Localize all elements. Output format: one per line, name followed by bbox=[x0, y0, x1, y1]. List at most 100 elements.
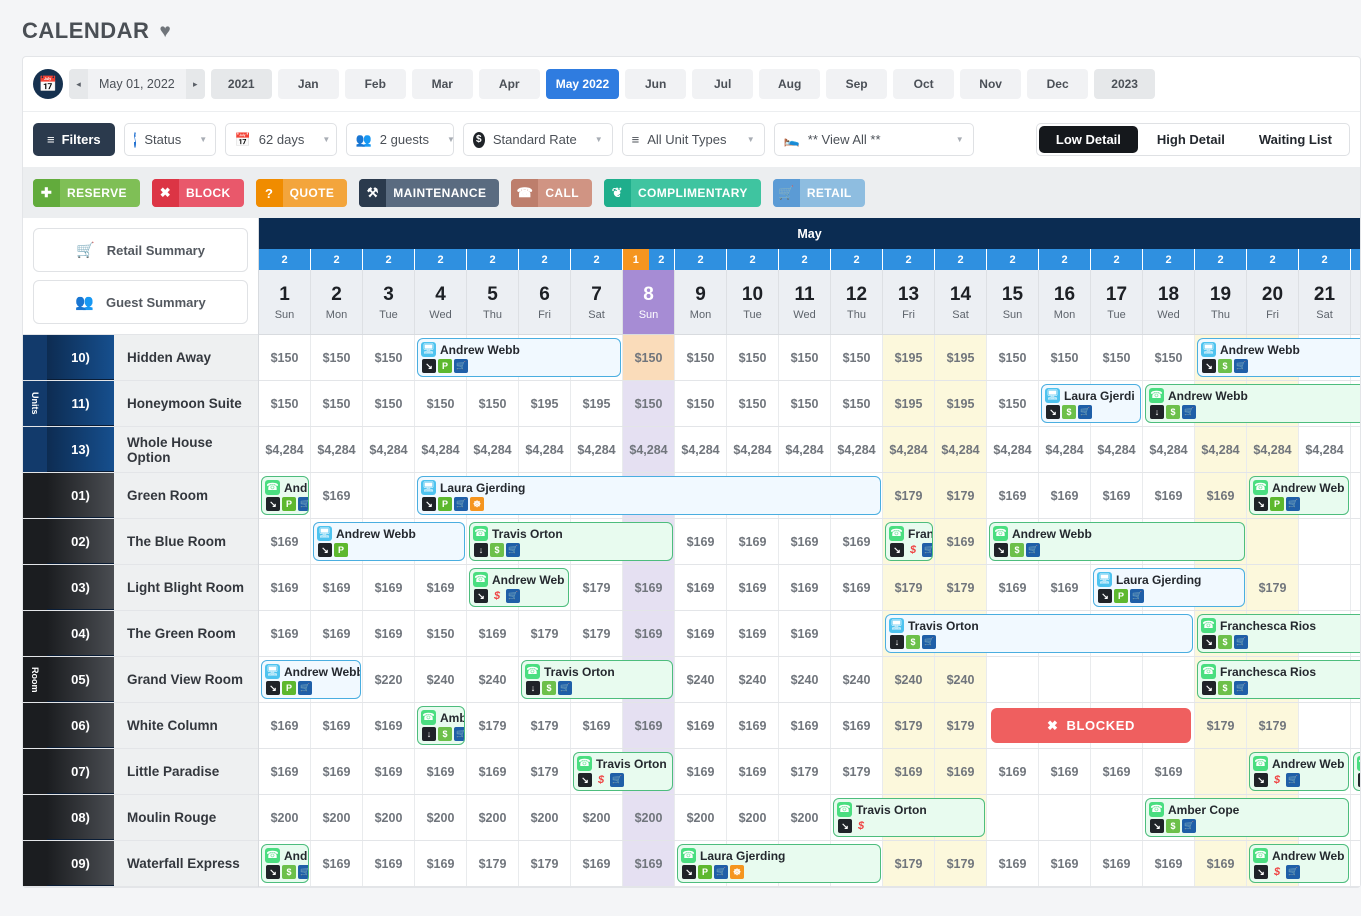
price-cell[interactable]: $240 bbox=[415, 657, 467, 702]
price-cell[interactable]: $195 bbox=[935, 335, 987, 380]
price-cell[interactable]: $200 bbox=[727, 795, 779, 840]
price-cell[interactable]: $16 bbox=[1351, 473, 1360, 518]
date-header-cell[interactable]: 19 Thu bbox=[1195, 270, 1247, 334]
filters-button[interactable]: ≡ Filters bbox=[33, 123, 115, 156]
booking-block[interactable]: ☎Andrew Web↘$🛒 bbox=[1249, 844, 1349, 883]
price-cell[interactable] bbox=[1143, 657, 1195, 702]
heart-icon[interactable]: ♥ bbox=[159, 22, 170, 41]
price-cell[interactable]: $4,284 bbox=[363, 427, 415, 472]
row-label[interactable]: 01) Green Room bbox=[23, 473, 258, 519]
booking-block[interactable]: ☎ Andrew Webb ↘ $ 🛒 bbox=[989, 522, 1245, 561]
price-cell[interactable]: $4,284 bbox=[259, 427, 311, 472]
price-cell[interactable] bbox=[1299, 565, 1351, 610]
price-cell[interactable]: $169 bbox=[1143, 473, 1195, 518]
price-cell[interactable]: $240 bbox=[883, 657, 935, 702]
booking-block[interactable]: ☎Andrew Web↘$🛒 bbox=[1249, 752, 1349, 791]
row-label[interactable]: 09) Waterfall Express bbox=[23, 841, 258, 887]
price-cell[interactable]: $169 bbox=[311, 473, 363, 518]
booking-block[interactable]: ☎ Andrew Web ↘P🛒 bbox=[1249, 476, 1349, 515]
price-cell[interactable]: $179 bbox=[935, 703, 987, 748]
price-cell[interactable]: $169 bbox=[779, 703, 831, 748]
booking-block[interactable]: ☎ Franchesca ↘ $ 🛒 bbox=[885, 522, 933, 561]
price-cell[interactable]: $150 bbox=[623, 381, 675, 426]
price-cell[interactable] bbox=[363, 473, 415, 518]
price-cell[interactable]: $16 bbox=[1351, 519, 1360, 564]
price-cell[interactable] bbox=[1247, 519, 1299, 564]
price-cell[interactable]: $150 bbox=[987, 335, 1039, 380]
price-cell[interactable]: $4,284 bbox=[1299, 427, 1351, 472]
retail-summary-button[interactable]: 🛒 Retail Summary bbox=[33, 228, 248, 272]
price-cell[interactable]: $179 bbox=[1195, 703, 1247, 748]
date-header-cell[interactable]: 11 Wed bbox=[779, 270, 831, 334]
price-cell[interactable]: $150 bbox=[831, 335, 883, 380]
month-button-jul[interactable]: Jul bbox=[692, 69, 754, 99]
price-cell[interactable]: $169 bbox=[363, 703, 415, 748]
price-cell[interactable]: $150 bbox=[311, 381, 363, 426]
price-cell[interactable]: $240 bbox=[831, 657, 883, 702]
date-header-cell[interactable]: 6 Fri bbox=[519, 270, 571, 334]
price-cell[interactable]: $179 bbox=[1247, 565, 1299, 610]
price-cell[interactable]: $150 bbox=[415, 611, 467, 656]
price-cell[interactable]: $169 bbox=[259, 703, 311, 748]
booking-block[interactable]: ☎ Franchesca Rios ↘ $ 🛒 bbox=[1197, 614, 1360, 653]
price-cell[interactable]: $169 bbox=[675, 519, 727, 564]
price-cell[interactable]: $169 bbox=[1143, 749, 1195, 794]
row-label[interactable]: 10) Hidden Away bbox=[23, 335, 258, 381]
price-cell[interactable]: $179 bbox=[883, 841, 935, 886]
price-cell[interactable]: $169 bbox=[727, 565, 779, 610]
price-cell[interactable]: $179 bbox=[519, 611, 571, 656]
booking-block[interactable]: 🖥 Andrew Webb ↘ P 🛒 bbox=[417, 338, 621, 377]
price-cell[interactable] bbox=[1299, 703, 1351, 748]
price-cell[interactable]: $169 bbox=[623, 703, 675, 748]
price-cell[interactable]: $169 bbox=[311, 841, 363, 886]
price-cell[interactable]: $4,284 bbox=[1143, 427, 1195, 472]
action-call[interactable]: ☎ CALL bbox=[511, 179, 592, 207]
price-cell[interactable]: $169 bbox=[987, 473, 1039, 518]
price-cell[interactable]: $4,284 bbox=[831, 427, 883, 472]
price-cell[interactable]: $150 bbox=[1039, 335, 1091, 380]
row-label[interactable]: 04) The Green Room bbox=[23, 611, 258, 657]
price-cell[interactable]: $150 bbox=[779, 335, 831, 380]
booking-block[interactable]: ☎ Travis Orton ↓ $ 🛒 bbox=[469, 522, 673, 561]
price-cell[interactable] bbox=[1091, 657, 1143, 702]
booking-block[interactable]: 🖥 Laura Gjerding ↘ P 🛒 bbox=[1093, 568, 1245, 607]
price-cell[interactable]: $150 bbox=[259, 335, 311, 380]
date-header-cell[interactable]: 5 Thu bbox=[467, 270, 519, 334]
price-cell[interactable] bbox=[987, 657, 1039, 702]
price-cell[interactable]: $169 bbox=[415, 565, 467, 610]
prev-date-button[interactable]: ◂ bbox=[69, 69, 88, 99]
date-header-cell[interactable]: 18 Wed bbox=[1143, 270, 1195, 334]
price-cell[interactable]: $169 bbox=[1195, 473, 1247, 518]
price-cell[interactable]: $195 bbox=[571, 381, 623, 426]
price-cell[interactable]: $179 bbox=[883, 473, 935, 518]
date-header-cell[interactable]: 15 Sun bbox=[987, 270, 1039, 334]
action-quote[interactable]: ? QUOTE bbox=[255, 179, 348, 207]
price-cell[interactable]: $150 bbox=[311, 335, 363, 380]
price-cell[interactable]: $169 bbox=[727, 519, 779, 564]
booking-block[interactable]: ☎ Travis Orton ↘ $ bbox=[833, 798, 985, 837]
month-button-dec[interactable]: Dec bbox=[1027, 69, 1089, 99]
price-cell[interactable]: $195 bbox=[883, 381, 935, 426]
price-cell[interactable]: $169 bbox=[779, 611, 831, 656]
date-header-cell[interactable]: 3 Tue bbox=[363, 270, 415, 334]
booking-block[interactable]: ☎Andrew Web↘$🛒 bbox=[261, 844, 309, 883]
price-cell[interactable]: $169 bbox=[1091, 749, 1143, 794]
price-cell[interactable]: $150 bbox=[727, 335, 779, 380]
detail-mode-low-detail[interactable]: Low Detail bbox=[1038, 126, 1138, 153]
action-retail[interactable]: 🛒 RETAIL bbox=[772, 179, 865, 207]
price-cell[interactable]: $169 bbox=[1143, 841, 1195, 886]
booking-block[interactable]: ☎ Franchesca Rios ↘ $ 🛒 bbox=[1197, 660, 1360, 699]
date-header-cell[interactable]: 7 Sat bbox=[571, 270, 623, 334]
date-header-cell[interactable]: 12 Thu bbox=[831, 270, 883, 334]
price-cell[interactable]: $179 bbox=[519, 749, 571, 794]
month-button-sep[interactable]: Sep bbox=[826, 69, 888, 99]
price-cell[interactable]: $240 bbox=[779, 657, 831, 702]
price-cell[interactable]: $4,284 bbox=[935, 427, 987, 472]
price-cell[interactable]: $4,284 bbox=[727, 427, 779, 472]
price-cell[interactable] bbox=[1039, 657, 1091, 702]
price-cell[interactable]: $4,2 bbox=[1351, 427, 1360, 472]
month-button-aug[interactable]: Aug bbox=[759, 69, 821, 99]
price-cell[interactable]: $169 bbox=[831, 565, 883, 610]
price-cell[interactable]: $169 bbox=[675, 565, 727, 610]
price-cell[interactable]: $150 bbox=[1143, 335, 1195, 380]
